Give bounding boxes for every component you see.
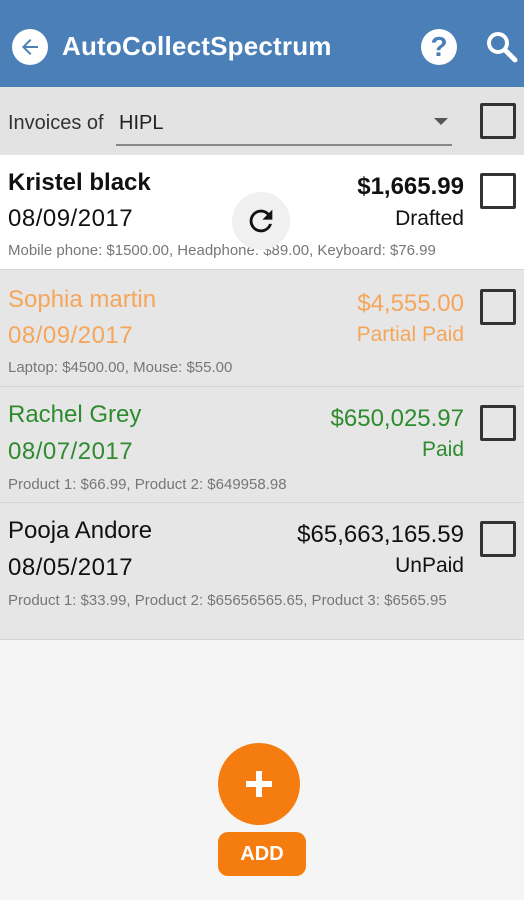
company-dropdown[interactable]: HIPL xyxy=(116,104,452,146)
filter-label: Invoices of xyxy=(8,112,104,134)
chevron-down-icon xyxy=(434,118,448,125)
invoice-status: Paid xyxy=(421,438,464,461)
invoice-date: 08/05/2017 xyxy=(8,554,134,581)
add-button[interactable]: ADD xyxy=(218,832,306,876)
invoice-amount: $65,663,165.59 xyxy=(297,521,464,548)
invoice-amount: $1,665.99 xyxy=(357,173,464,200)
back-button[interactable] xyxy=(12,29,48,65)
company-dropdown-value: HIPL xyxy=(119,112,164,134)
invoice-date: 08/07/2017 xyxy=(8,438,134,465)
invoice-items: Product 1: $66.99, Product 2: $649958.98 xyxy=(8,476,287,493)
help-button[interactable]: ? xyxy=(421,29,457,65)
invoice-row[interactable]: Pooja Andore 08/05/2017 $65,663,165.59 U… xyxy=(0,503,524,640)
invoice-items: Laptop: $4500.00, Mouse: $55.00 xyxy=(8,359,233,376)
invoice-status: Drafted xyxy=(395,207,464,230)
invoice-customer-name: Rachel Grey xyxy=(8,401,142,428)
invoice-date: 08/09/2017 xyxy=(8,322,134,349)
plus-icon xyxy=(246,771,272,797)
invoice-items: Product 1: $33.99, Product 2: $65656565.… xyxy=(8,592,447,609)
back-arrow-icon xyxy=(22,39,38,55)
invoice-checkbox[interactable] xyxy=(480,405,516,441)
app-title: AutoCollectSpectrum xyxy=(62,31,332,61)
select-all-checkbox[interactable] xyxy=(480,103,516,139)
search-icon xyxy=(487,32,518,63)
search-button[interactable] xyxy=(484,29,520,65)
app-bar: AutoCollectSpectrum ? xyxy=(0,0,524,87)
invoice-checkbox[interactable] xyxy=(480,173,516,209)
invoice-customer-name: Sophia martin xyxy=(8,286,157,313)
refresh-icon xyxy=(249,209,273,233)
invoice-customer-name: Kristel black xyxy=(8,169,151,196)
help-icon: ? xyxy=(430,31,448,62)
invoice-status: UnPaid xyxy=(395,554,464,577)
invoice-row[interactable]: Sophia martin 08/09/2017 $4,555.00 Parti… xyxy=(0,270,524,387)
add-invoice-fab[interactable] xyxy=(218,743,300,825)
invoice-amount: $4,555.00 xyxy=(357,290,464,317)
invoice-checkbox[interactable] xyxy=(480,289,516,325)
invoice-checkbox[interactable] xyxy=(480,521,516,557)
invoice-amount: $650,025.97 xyxy=(330,405,464,432)
invoice-customer-name: Pooja Andore xyxy=(8,517,153,544)
invoice-row[interactable]: Rachel Grey 08/07/2017 $650,025.97 Paid … xyxy=(0,387,524,503)
invoice-date: 08/09/2017 xyxy=(8,205,134,232)
refresh-button[interactable] xyxy=(232,192,290,250)
invoice-status: Partial Paid xyxy=(356,323,464,346)
